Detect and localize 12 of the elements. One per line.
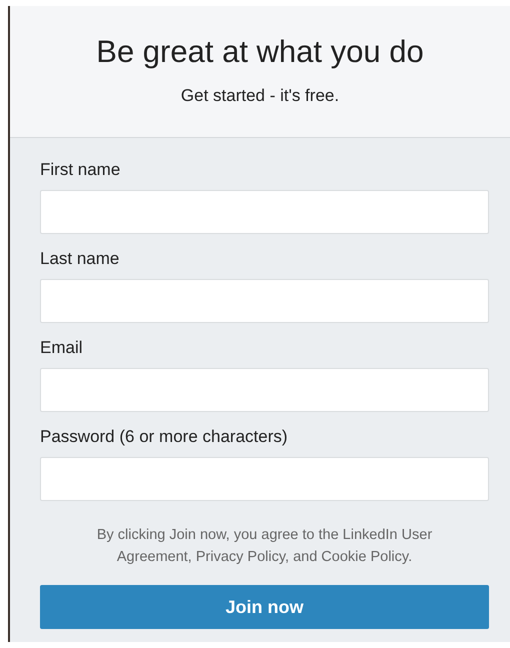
terms-text: By clicking Join now, you agree to the LinkedIn User Agreement, Privacy Policy, and Cookie Policy. <box>96 526 434 567</box>
input-field[interactable] <box>40 279 489 323</box>
page-title: Be great at what you do <box>96 34 424 70</box>
input-field[interactable] <box>40 457 489 501</box>
input-field[interactable] <box>40 368 489 412</box>
subtitle: Get started - it's free. <box>180 86 340 106</box>
field-label: First name <box>40 160 122 180</box>
field-label: Password (6 or more characters) <box>40 427 289 447</box>
field-label: Email <box>40 338 84 358</box>
join-button[interactable]: Join now <box>40 585 489 629</box>
input-field[interactable] <box>40 190 489 234</box>
field-label: Last name <box>40 249 120 269</box>
